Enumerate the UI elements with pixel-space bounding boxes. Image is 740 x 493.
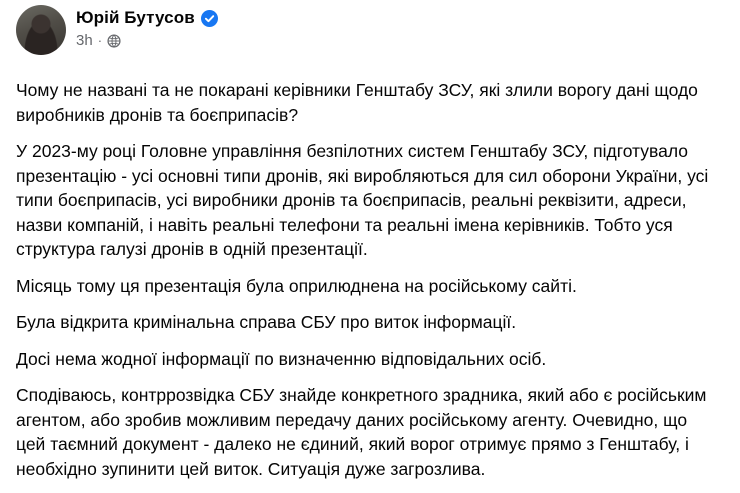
post-meta: Юрій Бутусов 3h ·	[76, 5, 218, 49]
separator-dot: ·	[97, 33, 103, 48]
author-avatar[interactable]	[16, 5, 66, 55]
verified-badge-icon	[200, 9, 218, 27]
author-name-row: Юрій Бутусов	[76, 8, 218, 28]
post-body: Чому не названі та не покарані керівники…	[16, 64, 724, 481]
post-paragraph-1: Чому не названі та не покарані керівники…	[16, 80, 698, 125]
author-name[interactable]: Юрій Бутусов	[76, 8, 195, 28]
post-paragraph-4: Була відкрита кримінальна справа СБУ про…	[16, 312, 517, 332]
post-paragraph-5: Досі нема жодної інформації по визначенн…	[16, 348, 547, 369]
post-paragraph-6: Сподіваюсь, контррозвідка СБУ знайде кон…	[16, 385, 707, 479]
globe-icon[interactable]	[107, 33, 121, 48]
post-paragraph-3: Місяць тому ця презентація була оприлюдн…	[16, 275, 577, 296]
post-timestamp[interactable]: 3h	[76, 32, 93, 49]
facebook-post: Юрій Бутусов 3h · Чому не названі та не …	[0, 0, 740, 493]
post-paragraph-2: У 2023-му році Головне управління безпіл…	[16, 141, 709, 259]
post-time-row: 3h ·	[76, 32, 218, 49]
post-header: Юрій Бутусов 3h ·	[16, 0, 724, 64]
